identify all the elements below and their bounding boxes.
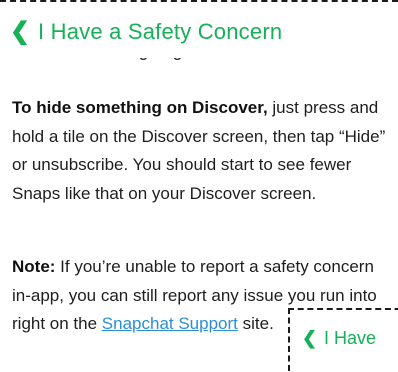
dashed-border-top bbox=[0, 0, 398, 2]
paragraph-bold-lead: To hide something on Discover, bbox=[12, 98, 268, 117]
thumbnail-title: I Have bbox=[324, 328, 377, 348]
note-label: Note: bbox=[12, 257, 56, 276]
snapchat-support-link[interactable]: Snapchat Support bbox=[102, 314, 238, 333]
thumbnail-header: ❮ I Have bbox=[302, 328, 398, 349]
article-header: ❮ I Have a Safety Concern bbox=[0, 6, 398, 58]
article-thumbnail-preview[interactable]: ❮ I Have bbox=[288, 308, 398, 372]
paragraph-hide-discover: To hide something on Discover, just pres… bbox=[12, 94, 392, 208]
help-article-screen: ❮ I Have a Safety Concern us know what's… bbox=[0, 0, 398, 372]
note-tail: site. bbox=[237, 314, 274, 333]
chevron-left-icon[interactable]: ❮ bbox=[10, 20, 38, 44]
page-title: I Have a Safety Concern bbox=[38, 19, 283, 44]
chevron-left-icon: ❮ bbox=[302, 328, 318, 348]
